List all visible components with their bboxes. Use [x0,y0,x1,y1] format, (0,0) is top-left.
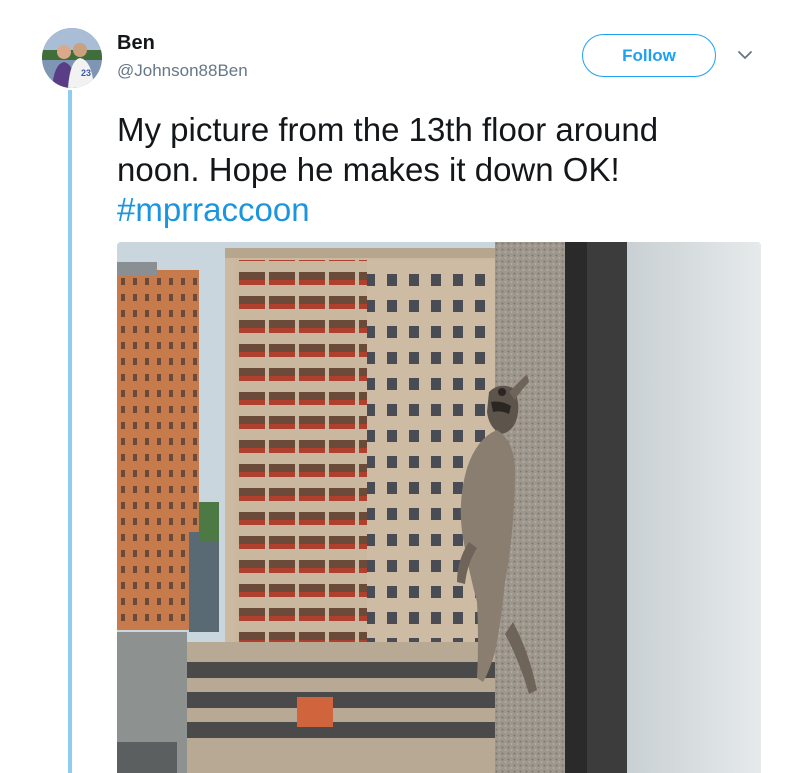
raccoon-building-photo [117,242,761,773]
tweet-text-line: noon. Hope he makes it down OK! [117,151,620,188]
avatar-photo: 23 [42,28,102,88]
tweet-photo[interactable] [117,242,761,773]
user-handle[interactable]: @Johnson88Ben [117,61,248,81]
avatar[interactable]: 23 [42,28,102,88]
svg-text:23: 23 [81,68,91,78]
conversation-thread-line [68,90,72,773]
follow-button[interactable]: Follow [582,34,716,77]
hashtag-link[interactable]: #mprraccoon [117,190,767,230]
display-name[interactable]: Ben [117,32,155,55]
chevron-down-icon[interactable] [736,46,754,64]
tweet-text: My picture from the 13th floor around no… [117,110,767,230]
tweet-text-line: My picture from the 13th floor around [117,111,659,148]
